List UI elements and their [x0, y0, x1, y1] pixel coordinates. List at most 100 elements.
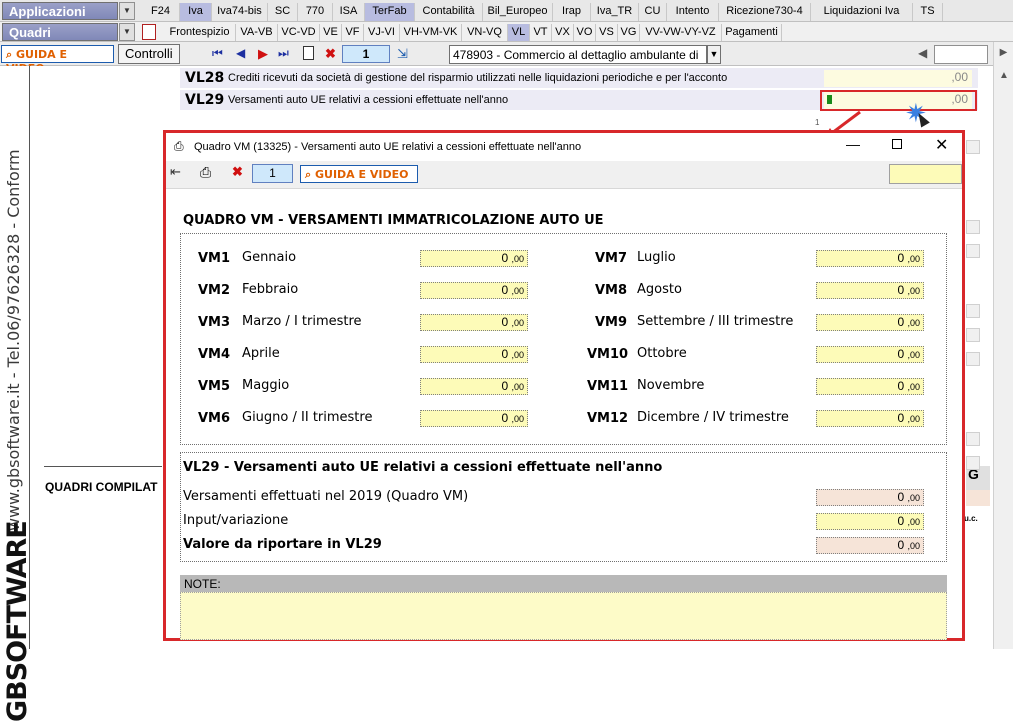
go-page-icon[interactable]: ⇲ — [397, 46, 408, 62]
amount-int: 0 — [501, 251, 509, 265]
vm-label: Settembre / III trimestre — [637, 314, 794, 329]
vm-amount-field[interactable]: 0 ,00 — [816, 346, 924, 363]
subtab-vo[interactable]: VO — [574, 24, 596, 41]
tab-iva-tr[interactable]: Iva_TR — [591, 3, 639, 21]
amount-int: 0 — [501, 411, 509, 425]
prev-page-icon[interactable]: ◀ — [236, 46, 245, 60]
tab-f24[interactable]: F24 — [142, 3, 180, 21]
vm-amount-field[interactable]: 0 ,00 — [420, 314, 528, 331]
subtab-pagamenti[interactable]: Pagamenti — [722, 24, 782, 41]
vm-amount-field[interactable]: 0 ,00 — [420, 282, 528, 299]
play-icon[interactable]: ▶ — [258, 46, 268, 62]
subtab-ve[interactable]: VE — [320, 24, 342, 41]
tab-ricezione730-4[interactable]: Ricezione730-4 — [719, 3, 811, 21]
vm-amount-field[interactable]: 0 ,00 — [816, 314, 924, 331]
scroll-arrow-up-icon[interactable]: ▲ — [999, 70, 1009, 81]
scroll-left-icon[interactable]: ◀ — [918, 46, 927, 60]
exit-icon[interactable]: ⇤ — [170, 164, 181, 180]
subtab-vv-vw-vy-vz[interactable]: VV-VW-VY-VZ — [640, 24, 722, 41]
uc-label: u.c. — [964, 514, 978, 523]
subtab-vf[interactable]: VF — [342, 24, 364, 41]
last-page-icon[interactable]: ⏭ — [278, 46, 289, 61]
amount-int: 0 — [897, 283, 905, 297]
vm-amount-field[interactable]: 0 ,00 — [420, 346, 528, 363]
close-button[interactable]: ✕ — [935, 135, 948, 155]
pdf-icon[interactable] — [142, 24, 156, 40]
chevron-down-icon[interactable]: ▼ — [707, 45, 721, 64]
subtab-vc-vd[interactable]: VC-VD — [278, 24, 320, 41]
subtab-vg[interactable]: VG — [618, 24, 640, 41]
vm-amount-field[interactable]: 0 ,00 — [420, 378, 528, 395]
tab-cu[interactable]: CU — [639, 3, 667, 21]
maximize-button[interactable] — [892, 139, 902, 149]
tab-iva74-bis[interactable]: Iva74-bis — [212, 3, 268, 21]
page-number-field[interactable]: 1 — [342, 45, 390, 63]
vm-amount-field[interactable]: 0 ,00 — [816, 282, 924, 299]
subtab-vx[interactable]: VX — [552, 24, 574, 41]
guide-label: GUIDA E VIDEO — [315, 168, 409, 181]
tab-liquidazioni-iva[interactable]: Liquidazioni Iva — [811, 3, 913, 21]
tab-contabilit-[interactable]: Contabilità — [415, 3, 483, 21]
vm-amount-field[interactable]: 0 ,00 — [420, 250, 528, 267]
tab-isa[interactable]: ISA — [333, 3, 365, 21]
vl-code: VL29 — [185, 92, 225, 108]
new-page-icon[interactable] — [303, 46, 314, 60]
amount-dec: ,00 — [907, 517, 920, 527]
vm-amount-field[interactable]: 0 ,00 — [420, 410, 528, 427]
vm-code: VM4 — [198, 347, 231, 362]
tab-intento[interactable]: Intento — [667, 3, 719, 21]
vertical-scrollbar[interactable]: ▶ ▲ — [993, 42, 1013, 649]
subtab-frontespizio[interactable]: Frontespizio — [164, 24, 236, 41]
controlli-button[interactable]: Controlli — [118, 44, 180, 64]
quadri-combo[interactable]: Quadri — [2, 23, 118, 41]
minimize-button[interactable]: — — [846, 136, 860, 152]
tab-bil-europeo[interactable]: Bil_Europeo — [483, 3, 553, 21]
tab-ts[interactable]: TS — [913, 3, 943, 21]
subtab-vn-vq[interactable]: VN-VQ — [462, 24, 508, 41]
first-page-icon[interactable]: ⏮ — [212, 46, 223, 61]
subtab-vj-vi[interactable]: VJ-VI — [364, 24, 400, 41]
tab-terfab[interactable]: TerFab — [365, 3, 415, 21]
vm-code: VM2 — [198, 283, 231, 298]
amount-dec: ,00 — [511, 254, 524, 264]
applicazioni-combo[interactable]: Applicazioni — [2, 2, 118, 20]
attivita-select[interactable]: 478903 - Commercio al dettaglio ambulant… — [449, 45, 707, 64]
amount-dec: ,00 — [907, 350, 920, 360]
dialog-titlebar: ⎙ Quadro VM (13325) - Versamenti auto UE… — [166, 133, 962, 161]
tab-sc[interactable]: SC — [268, 3, 298, 21]
search-field[interactable] — [934, 45, 988, 64]
subtab-vl[interactable]: VL — [508, 24, 530, 41]
subtab-vh-vm-vk[interactable]: VH-VM-VK — [400, 24, 462, 41]
vm-amount-field[interactable]: 0 ,00 — [816, 410, 924, 427]
dialog-extra-field[interactable] — [889, 164, 962, 184]
divider — [44, 466, 162, 467]
subtab-va-vb[interactable]: VA-VB — [236, 24, 278, 41]
tab-770[interactable]: 770 — [298, 3, 333, 21]
print-icon[interactable]: ⎙ — [200, 164, 211, 181]
dialog-guide-button[interactable]: ⌕ GUIDA E VIDEO — [300, 165, 418, 183]
amount-dec: ,00 — [907, 541, 920, 551]
dialog-page-field[interactable]: 1 — [252, 164, 293, 183]
vl29-heading: VL29 - Versamenti auto UE relativi a ces… — [183, 460, 663, 475]
subtab-vs[interactable]: VS — [596, 24, 618, 41]
delete-page-icon[interactable]: ✖ — [325, 46, 336, 62]
chevron-down-icon[interactable]: ▼ — [119, 2, 135, 20]
scroll-up-icon[interactable]: ▶ — [994, 42, 1013, 64]
note-textarea[interactable] — [180, 592, 947, 640]
amount-int: 0 — [897, 347, 905, 361]
tab-irap[interactable]: Irap — [553, 3, 591, 21]
subtab-vt[interactable]: VT — [530, 24, 552, 41]
vm-amount-field[interactable]: 0 ,00 — [816, 378, 924, 395]
chevron-down-icon[interactable]: ▼ — [119, 23, 135, 41]
amount-int: 0 — [501, 347, 509, 361]
guide-video-button[interactable]: ⌕ GUIDA E VIDEO — [1, 45, 114, 75]
quadro-vm-dialog: ⎙ Quadro VM (13325) - Versamenti auto UE… — [163, 130, 965, 641]
delete-icon[interactable]: ✖ — [232, 164, 243, 180]
vl-value[interactable]: ,00 — [824, 70, 972, 87]
background-field — [966, 432, 980, 446]
tab-iva[interactable]: Iva — [180, 3, 212, 21]
vm-amount-field[interactable]: 0 ,00 — [816, 250, 924, 267]
amount-int: 0 — [501, 315, 509, 329]
vl29-amount-field[interactable]: 0 ,00 — [816, 513, 924, 530]
amount-int: 0 — [501, 379, 509, 393]
